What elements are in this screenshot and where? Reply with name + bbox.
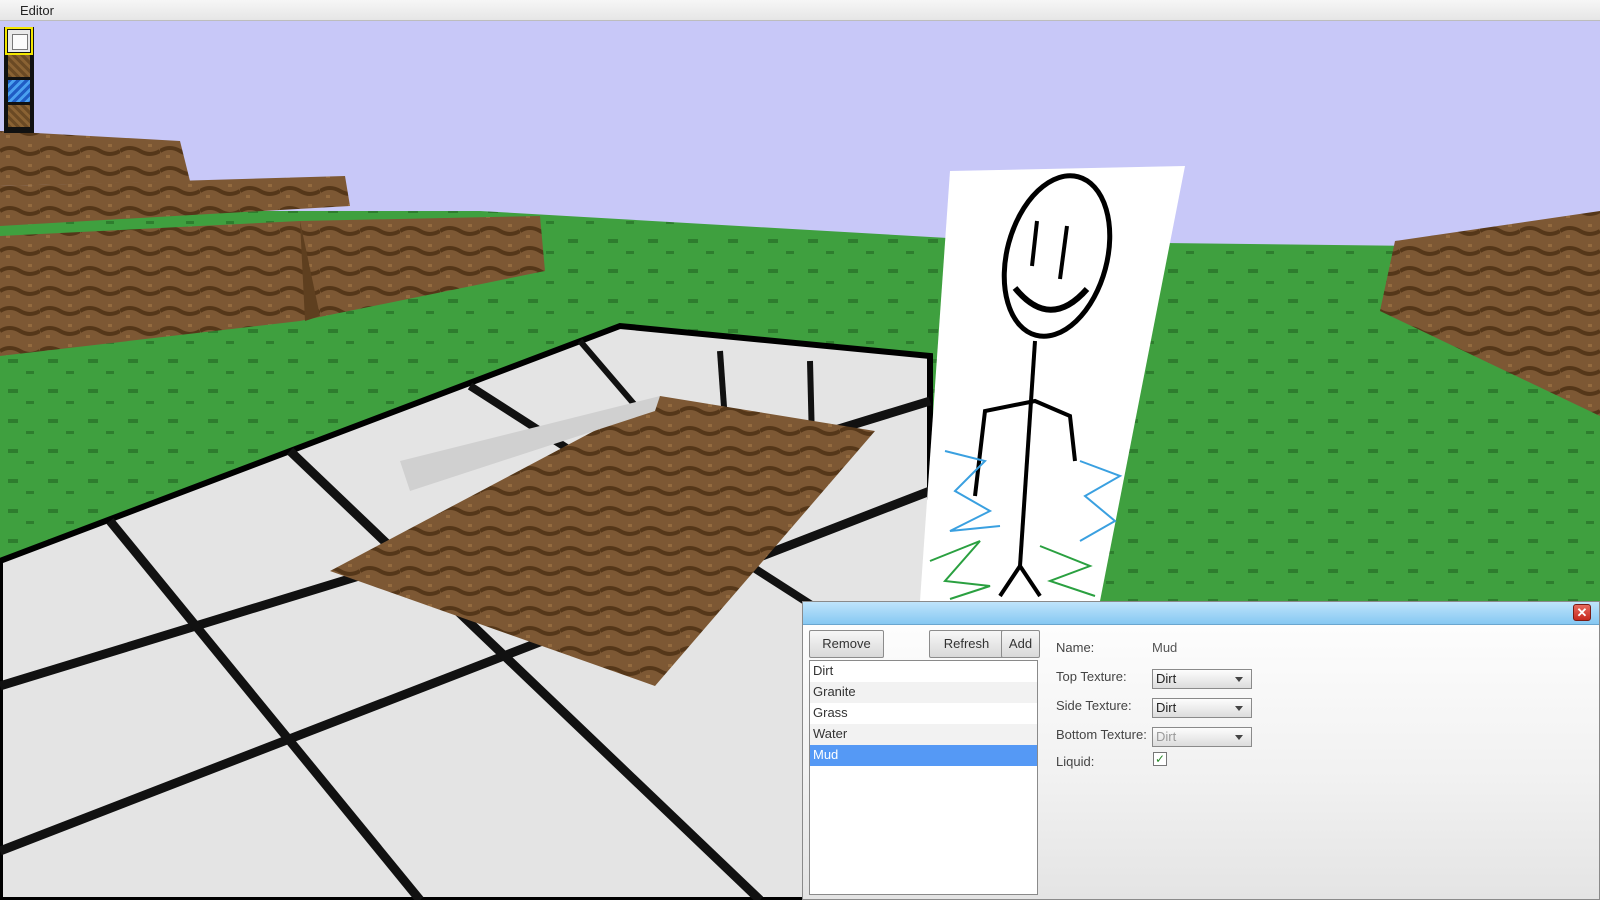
list-item-grass[interactable]: Grass — [810, 703, 1037, 724]
panel-titlebar[interactable]: ✕ — [803, 602, 1599, 625]
palette-slot-dirt-2[interactable] — [8, 105, 30, 127]
refresh-button[interactable]: Refresh — [929, 630, 1004, 658]
palette-slot-stone[interactable] — [5, 27, 33, 55]
bottom-texture-value: Dirt — [1156, 729, 1177, 744]
side-texture-select[interactable]: Dirt — [1152, 698, 1252, 718]
menu-editor[interactable]: Editor — [20, 3, 54, 18]
chevron-down-icon — [1235, 677, 1243, 682]
side-texture-value: Dirt — [1156, 700, 1177, 715]
list-item-mud[interactable]: Mud — [810, 745, 1037, 766]
side-texture-label: Side Texture: — [1056, 698, 1132, 713]
top-texture-value: Dirt — [1156, 671, 1177, 686]
list-item-dirt[interactable]: Dirt — [810, 661, 1037, 682]
add-button[interactable]: Add — [1001, 630, 1040, 658]
chevron-down-icon — [1235, 735, 1243, 740]
liquid-checkbox[interactable]: ✓ — [1153, 752, 1167, 766]
liquid-label: Liquid: — [1056, 754, 1095, 769]
list-item-water[interactable]: Water — [810, 724, 1037, 745]
block-list[interactable]: Dirt Granite Grass Water Mud — [809, 660, 1038, 895]
top-texture-select[interactable]: Dirt — [1152, 669, 1252, 689]
checkmark-icon: ✓ — [1154, 752, 1166, 766]
block-palette — [4, 27, 34, 133]
name-label: Name: — [1056, 640, 1095, 655]
close-icon[interactable]: ✕ — [1573, 604, 1591, 621]
block-editor-panel: ✕ Remove Refresh Add Dirt Granite Grass … — [802, 601, 1600, 900]
remove-button[interactable]: Remove — [809, 630, 884, 658]
name-value: Mud — [1152, 640, 1178, 655]
menu-bar: Editor — [0, 0, 1600, 21]
bottom-texture-label: Bottom Texture: — [1056, 727, 1147, 742]
bottom-texture-select[interactable]: Dirt — [1152, 727, 1252, 747]
palette-slot-dirt[interactable] — [8, 55, 30, 77]
palette-slot-water[interactable] — [8, 80, 30, 102]
list-item-granite[interactable]: Granite — [810, 682, 1037, 703]
top-texture-label: Top Texture: — [1056, 669, 1127, 684]
chevron-down-icon — [1235, 706, 1243, 711]
